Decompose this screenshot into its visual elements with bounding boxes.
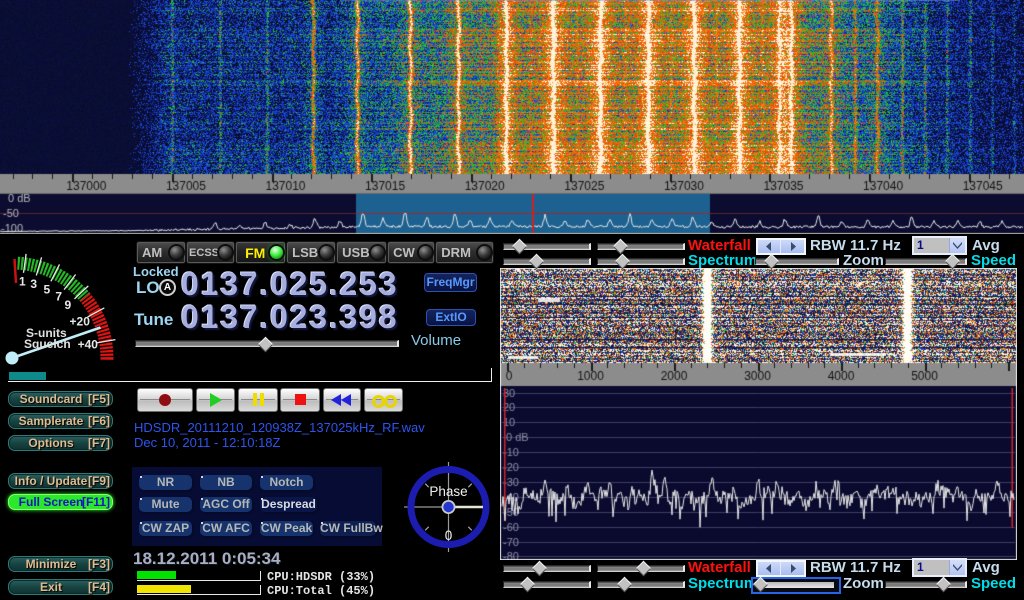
svg-text:+20: +20 [70,314,91,328]
svg-text:Squelch: Squelch [24,337,71,351]
svg-text:+40: +40 [78,338,99,352]
svg-text:1: 1 [19,275,26,289]
svg-text:Phase: Phase [429,484,467,499]
svg-text:3: 3 [30,277,37,291]
svg-text:7: 7 [55,290,62,304]
svg-text:5: 5 [43,282,50,296]
svg-text:9: 9 [65,298,72,312]
svg-text:0: 0 [445,528,453,543]
